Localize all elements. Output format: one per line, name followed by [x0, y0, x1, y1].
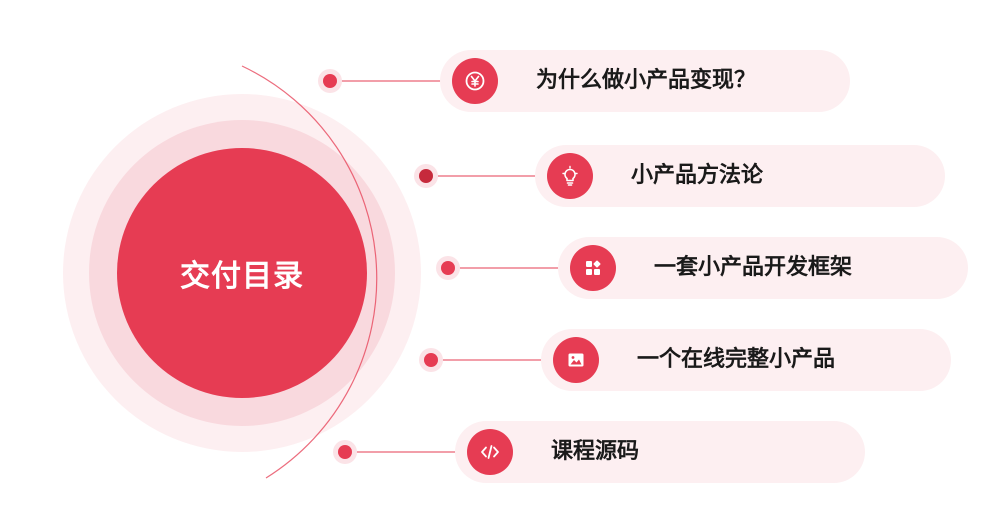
image-icon — [553, 337, 599, 383]
catalog-item-4: 一个在线完整小产品 — [541, 329, 951, 391]
connector-dot-3 — [441, 261, 455, 275]
catalog-item-2: 小产品方法论 — [535, 145, 945, 207]
catalog-item-5: 课程源码 — [455, 421, 865, 483]
catalog-item-label-5: 课程源码 — [551, 439, 640, 464]
catalog-item-label-1: 为什么做小产品变现？ — [536, 68, 757, 93]
connector-arc-path — [241, 65, 378, 479]
delivery-catalog-diagram: 交付目录 为什么做小产品变现？ 小产品方法论 一套小产品开发框架 一个在线完整小… — [0, 0, 1004, 529]
app-blocks-icon — [570, 245, 616, 291]
catalog-item-label-3: 一套小产品开发框架 — [654, 255, 853, 280]
catalog-item-3: 一套小产品开发框架 — [558, 237, 968, 299]
catalog-item-label-4: 一个在线完整小产品 — [637, 347, 836, 372]
connector-dot-1 — [323, 74, 337, 88]
connector-dot-2 — [419, 169, 433, 183]
code-icon — [467, 429, 513, 475]
connector-dot-4 — [424, 353, 438, 367]
catalog-item-1: 为什么做小产品变现？ — [440, 50, 850, 112]
connector-dot-5 — [338, 445, 352, 459]
catalog-item-label-2: 小产品方法论 — [631, 163, 764, 188]
yen-coin-icon — [452, 58, 498, 104]
lightbulb-icon — [547, 153, 593, 199]
